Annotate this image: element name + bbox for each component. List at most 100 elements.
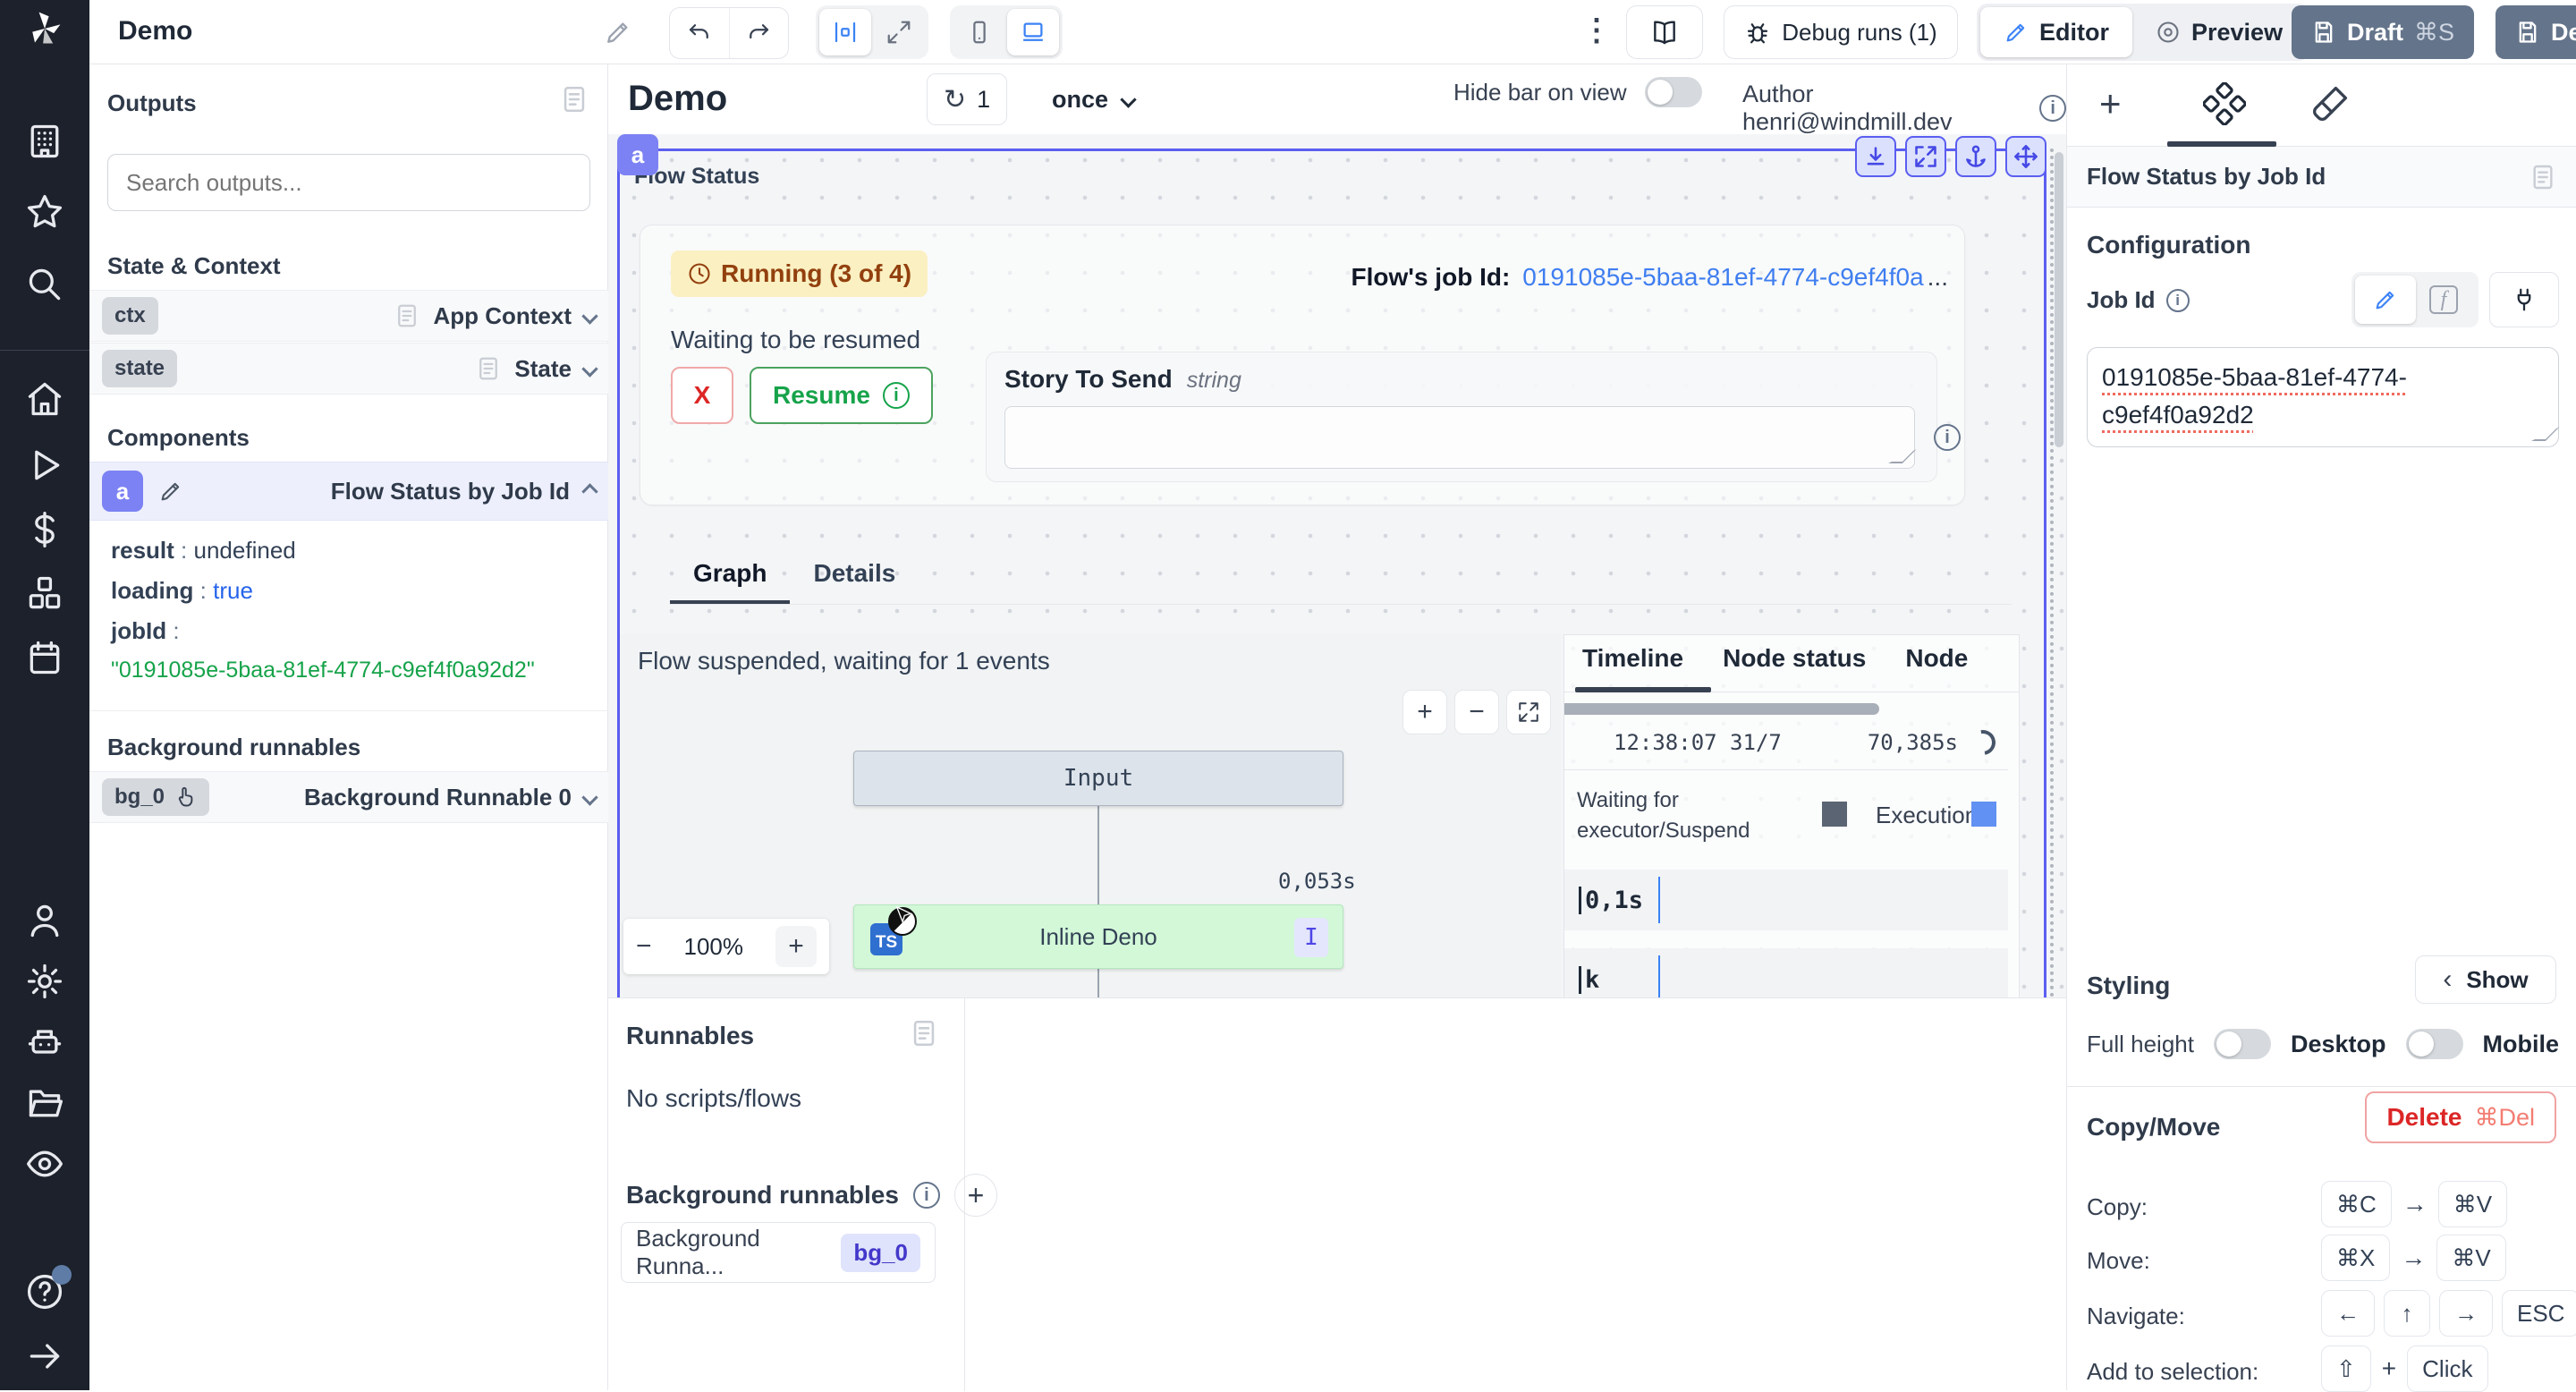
editor-tab[interactable]: Editor bbox=[1980, 7, 2132, 57]
fullscreen-button[interactable] bbox=[1905, 136, 1946, 177]
redo-button[interactable] bbox=[730, 8, 789, 58]
variables-dollar-icon[interactable] bbox=[25, 510, 64, 549]
folders-icon[interactable] bbox=[25, 1083, 64, 1123]
workers-robot-icon[interactable] bbox=[25, 1023, 64, 1062]
info-icon[interactable]: i bbox=[2039, 95, 2066, 122]
refresh-count: 1 bbox=[977, 86, 990, 114]
ctx-row[interactable]: ctx App Context bbox=[89, 290, 608, 342]
horizontal-scrollbar[interactable] bbox=[1564, 703, 1879, 715]
cancel-button[interactable]: X bbox=[671, 367, 733, 424]
node-id-badge: I bbox=[1294, 918, 1328, 957]
schedules-calendar-icon[interactable] bbox=[25, 638, 64, 677]
workspace-icon[interactable] bbox=[25, 122, 64, 161]
zoom-out-icon[interactable]: − bbox=[636, 931, 652, 962]
component-tag[interactable]: a bbox=[617, 134, 658, 175]
windmill-logo-icon[interactable] bbox=[25, 9, 64, 48]
component-row-selected[interactable]: a Flow Status by Job Id bbox=[89, 462, 608, 521]
rename-pencil-icon[interactable] bbox=[150, 471, 191, 512]
settings-gear-icon[interactable] bbox=[25, 962, 64, 1001]
schedule-dropdown[interactable]: once bbox=[1052, 73, 1134, 125]
bg-runnable-item[interactable]: Background Runna... bg_0 bbox=[621, 1222, 936, 1283]
favorites-star-icon[interactable] bbox=[25, 192, 64, 232]
info-icon[interactable]: i bbox=[1934, 424, 1961, 451]
draft-save-button[interactable]: Draft ⌘S bbox=[2292, 5, 2474, 59]
insert-component-tab[interactable]: + bbox=[2099, 86, 2122, 122]
docs-book-button[interactable] bbox=[1626, 5, 1703, 59]
debug-runs-button[interactable]: Debug runs (1) bbox=[1724, 5, 1958, 59]
deploy-button[interactable]: Deploy bbox=[2496, 5, 2576, 59]
outputs-doc-icon[interactable] bbox=[559, 84, 589, 115]
desktop-view-button[interactable] bbox=[1007, 9, 1059, 55]
runs-play-icon[interactable] bbox=[25, 446, 64, 485]
tab-node-definition[interactable]: Node bbox=[1905, 644, 1968, 692]
preview-tab[interactable]: Preview bbox=[2132, 7, 2306, 57]
flow-job-id-link[interactable]: 0191085e-5baa-81ef-4774-c9ef4f0a bbox=[1522, 263, 1923, 292]
anchor-button[interactable] bbox=[1955, 136, 1996, 177]
input-node[interactable]: Input bbox=[853, 751, 1343, 806]
component-settings-tab[interactable] bbox=[2203, 82, 2246, 125]
chevron-down-icon[interactable] bbox=[581, 308, 597, 324]
resume-button[interactable]: Resume i bbox=[750, 367, 933, 424]
flow-status-component[interactable]: Flow Status Running (3 of 4) Flow's job … bbox=[617, 149, 2046, 997]
app-canvas[interactable]: a Flow Status Running (3 of 4) Flow's jo… bbox=[608, 134, 2066, 997]
chevron-down-icon[interactable] bbox=[581, 361, 597, 377]
refresh-count-button[interactable]: ↻ 1 bbox=[927, 73, 1007, 125]
add-selection-shortcut: ⇧ + Click bbox=[2321, 1345, 2488, 1392]
inline-deno-node[interactable]: TS Inline Deno I bbox=[853, 904, 1343, 969]
kebab-menu-icon[interactable]: ⋮ bbox=[1581, 13, 1608, 52]
fullwidth-layout-button[interactable] bbox=[873, 9, 925, 55]
hide-bar-toggle[interactable] bbox=[1645, 77, 1702, 107]
collapse-arrow-icon[interactable] bbox=[25, 1337, 64, 1376]
fit-view-button[interactable] bbox=[1506, 690, 1551, 734]
help-icon[interactable] bbox=[25, 1272, 64, 1311]
expand-down-button[interactable] bbox=[1855, 136, 1896, 177]
flow-graph-area[interactable]: Flow suspended, waiting for 1 events + −… bbox=[620, 634, 1561, 997]
chevron-up-icon[interactable] bbox=[581, 483, 597, 499]
state-row[interactable]: state State bbox=[89, 343, 608, 395]
function-input-button[interactable]: f bbox=[2416, 276, 2471, 324]
tab-timeline[interactable]: Timeline bbox=[1582, 644, 1683, 692]
prop-key: loading bbox=[111, 577, 193, 604]
zoom-out-button[interactable]: − bbox=[1454, 690, 1499, 734]
delete-button[interactable]: Delete ⌘Del bbox=[2365, 1091, 2556, 1143]
tab-node-status[interactable]: Node status bbox=[1723, 644, 1866, 692]
resize-handle[interactable] bbox=[2531, 427, 2560, 441]
inline-deno-label: Inline Deno bbox=[1039, 923, 1157, 951]
search-outputs-input[interactable] bbox=[107, 154, 590, 211]
runnables-doc-icon[interactable] bbox=[909, 1018, 939, 1048]
mobile-view-button[interactable] bbox=[953, 9, 1005, 55]
styling-brush-tab[interactable] bbox=[2310, 84, 2350, 123]
desktop-toggle[interactable] bbox=[2406, 1029, 2463, 1059]
zoom-in-button[interactable]: + bbox=[1402, 690, 1447, 734]
static-input-pencil-button[interactable] bbox=[2355, 276, 2416, 324]
bg-runnable-row[interactable]: bg_0 Background Runnable 0 bbox=[89, 771, 608, 823]
doc-icon[interactable] bbox=[2529, 163, 2557, 191]
delete-label: Delete bbox=[2386, 1103, 2462, 1132]
flow-status-card: Running (3 of 4) Flow's job Id: 0191085e… bbox=[640, 225, 1965, 505]
search-icon[interactable] bbox=[25, 265, 64, 304]
full-height-toggle[interactable] bbox=[2214, 1029, 2271, 1059]
chevron-down-icon[interactable] bbox=[581, 789, 597, 805]
home-icon[interactable] bbox=[25, 379, 64, 419]
job-id-input[interactable]: 0191085e-5baa-81ef-4774-c9ef4f0a92d2 bbox=[2087, 347, 2559, 447]
prop-key: result bbox=[111, 537, 174, 564]
info-icon[interactable]: i bbox=[913, 1182, 940, 1209]
vertical-scrollbar[interactable] bbox=[2055, 152, 2063, 447]
audit-eye-icon[interactable] bbox=[25, 1144, 64, 1184]
centered-layout-button[interactable] bbox=[819, 9, 871, 55]
tab-graph[interactable]: Graph bbox=[670, 550, 790, 604]
selection-dots-handle[interactable] bbox=[2050, 149, 2054, 997]
add-runnable-button[interactable]: + bbox=[954, 1174, 997, 1217]
zoom-in-icon[interactable]: + bbox=[775, 926, 817, 967]
users-person-icon[interactable] bbox=[25, 901, 64, 940]
resources-boxes-icon[interactable] bbox=[25, 573, 64, 613]
kbd-click: Click bbox=[2407, 1345, 2487, 1392]
edit-title-pencil-icon[interactable] bbox=[604, 18, 632, 47]
move-button[interactable] bbox=[2005, 136, 2046, 177]
connect-plug-button[interactable] bbox=[2489, 272, 2559, 327]
styling-show-button[interactable]: ‹ Show bbox=[2415, 955, 2556, 1004]
tab-details[interactable]: Details bbox=[790, 550, 919, 604]
undo-button[interactable] bbox=[670, 8, 730, 58]
story-textarea[interactable] bbox=[1004, 406, 1915, 469]
info-icon[interactable]: i bbox=[2166, 289, 2190, 312]
